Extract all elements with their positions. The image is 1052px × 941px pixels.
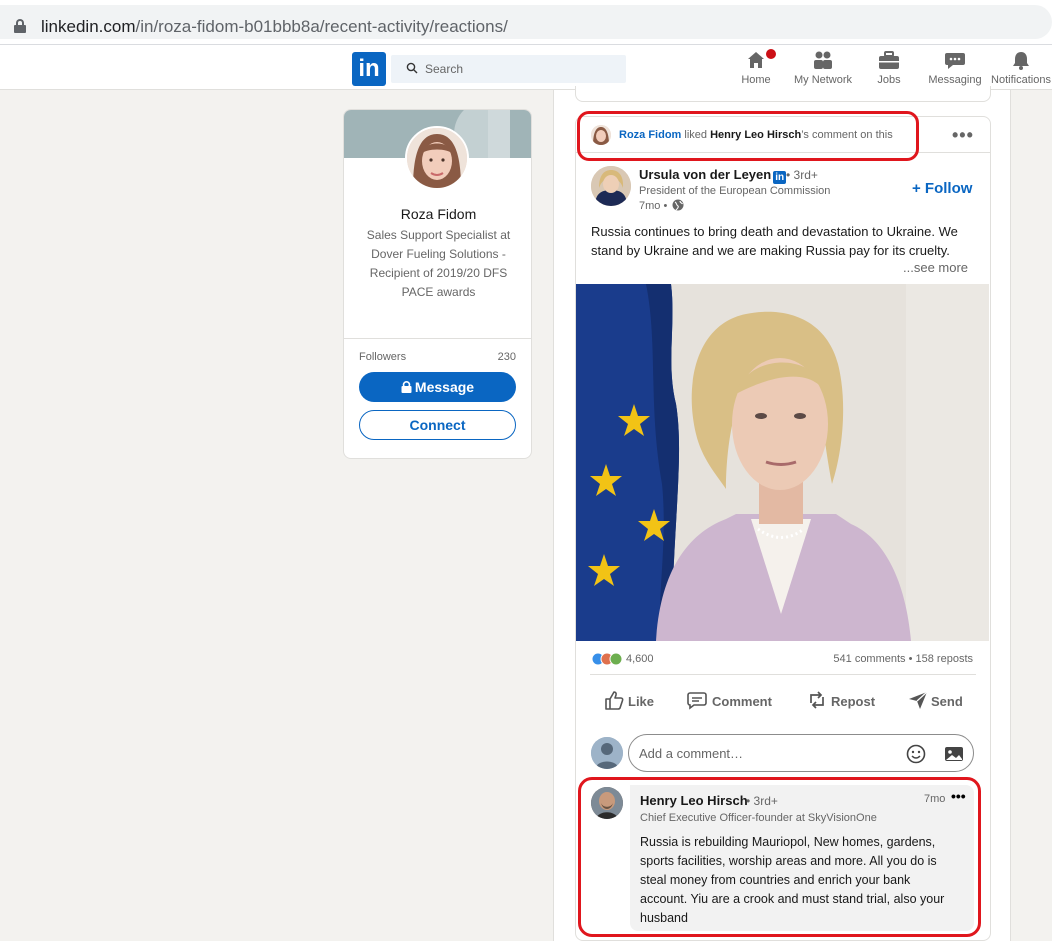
author-title: President of the European Commission [639,185,831,197]
author-avatar[interactable] [591,166,631,206]
search-icon [406,62,418,74]
post-time: 7mo • [639,199,684,212]
comment-input-placeholder: Add a comment… [639,746,744,761]
nav-my-network-label: My Network [793,74,853,86]
address-field[interactable]: linkedin.com/in/roza-fidom-b01bbb8a/rece… [0,5,1052,39]
search-placeholder: Search [425,62,464,76]
message-button-label: Message [414,379,475,395]
viewer-avatar[interactable] [591,737,623,769]
profile-headline: Sales Support Specialist at Dover Fuelin… [366,228,511,299]
globe-icon [672,199,684,211]
connect-button[interactable]: Connect [359,410,516,440]
lock-icon [401,381,412,393]
reactions-count[interactable]: 4,600 [626,653,654,665]
post-stats[interactable]: 541 comments • 158 reposts [833,653,973,665]
divider [590,674,976,675]
post-image[interactable] [576,284,989,641]
more-options-icon[interactable]: ••• [952,125,974,146]
nav-jobs-label: Jobs [877,74,901,86]
search-input[interactable]: Search [391,55,626,83]
author-name[interactable]: Ursula von der Leyen in [639,167,787,184]
nav-my-network[interactable]: My Network [790,50,856,86]
repost-label: Repost [831,694,876,709]
nav-notifications-label: Notifications [991,74,1051,86]
followers-label: Followers [359,351,407,363]
highlight-box [578,777,981,937]
previous-post-card [575,86,991,102]
see-more-link[interactable]: ...see more [903,260,968,275]
url-text[interactable]: linkedin.com/in/roza-fidom-b01bbb8a/rece… [41,17,508,37]
send-label: Send [931,694,963,709]
notification-badge [764,47,778,61]
highlight-box [577,111,919,161]
network-icon [814,51,832,69]
like-button[interactable]: Like [603,689,655,713]
top-nav: in Search Home My Network Jobs Messaging… [0,44,1052,90]
follow-button[interactable]: + Follow [912,180,972,197]
comment-label: Comment [712,694,772,709]
profile-card: Roza Fidom Sales Support Specialist at D… [343,109,532,459]
nav-jobs[interactable]: Jobs [874,50,904,86]
post-text: Russia continues to bring death and deva… [591,224,958,258]
image-icon[interactable] [944,745,964,763]
emoji-icon[interactable] [906,744,926,764]
comment-icon [687,692,707,710]
profile-name[interactable]: Roza Fidom [344,206,531,222]
divider [344,338,531,339]
nav-notifications[interactable]: Notifications [990,50,1052,86]
profile-avatar[interactable] [405,126,469,190]
linkedin-badge-icon: in [773,171,787,184]
like-icon [605,691,624,710]
send-button[interactable]: Send [907,689,963,713]
author-name-text: Ursula von der Leyen [639,167,772,182]
lock-icon[interactable] [14,19,26,33]
send-icon [909,691,928,709]
linkedin-logo[interactable]: in [352,52,386,86]
nav-messaging-label: Messaging [928,74,982,86]
comment-button[interactable]: Comment [686,689,776,713]
nav-messaging[interactable]: Messaging [926,50,984,86]
nav-home-label: Home [741,74,771,86]
bell-icon [1013,52,1029,70]
url-path: /in/roza-fidom-b01bbb8a/recent-activity/… [135,17,508,36]
browser-url-bar: linkedin.com/in/roza-fidom-b01bbb8a/rece… [0,0,1052,44]
nav-home[interactable]: Home [740,47,778,86]
reaction-icons[interactable] [591,652,625,666]
url-domain: linkedin.com [41,17,136,36]
like-label: Like [628,694,655,709]
followers-count: 230 [497,351,516,363]
home-icon [748,52,764,68]
briefcase-icon [879,51,899,69]
repost-icon [810,691,824,709]
messaging-icon [945,53,965,69]
comment-input[interactable]: Add a comment… [628,734,974,772]
message-button[interactable]: Message [359,372,516,402]
repost-button[interactable]: Repost [806,689,876,713]
author-degree: • 3rd+ [786,168,818,182]
post-time-text: 7mo • [639,200,668,212]
